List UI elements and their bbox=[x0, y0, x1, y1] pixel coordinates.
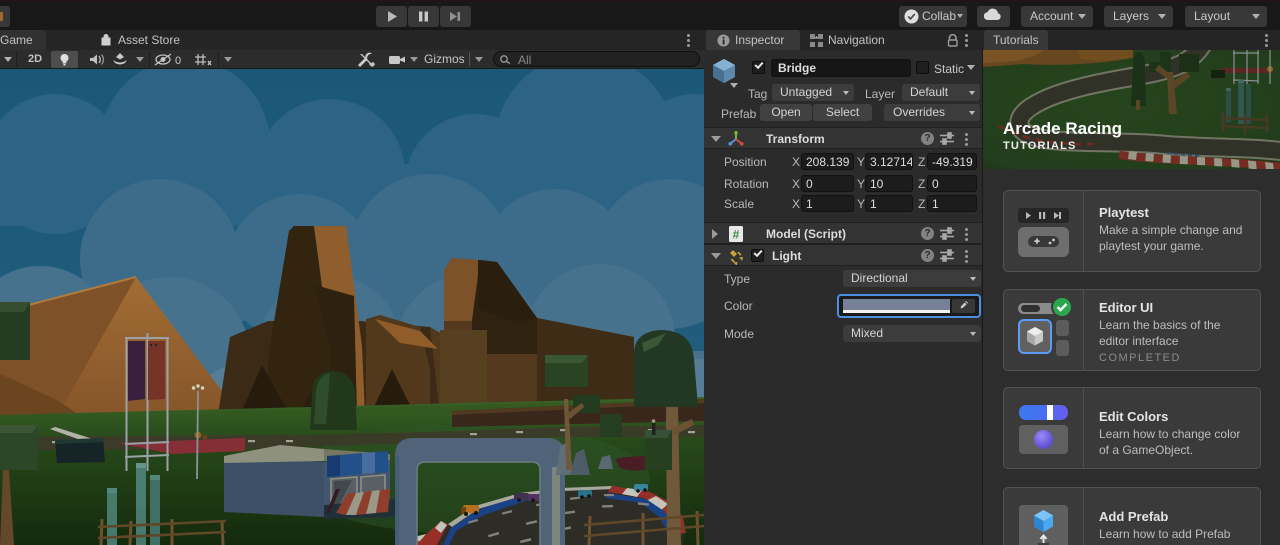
svg-text:0: 0 bbox=[175, 55, 181, 67]
svg-text:#: # bbox=[733, 228, 740, 242]
